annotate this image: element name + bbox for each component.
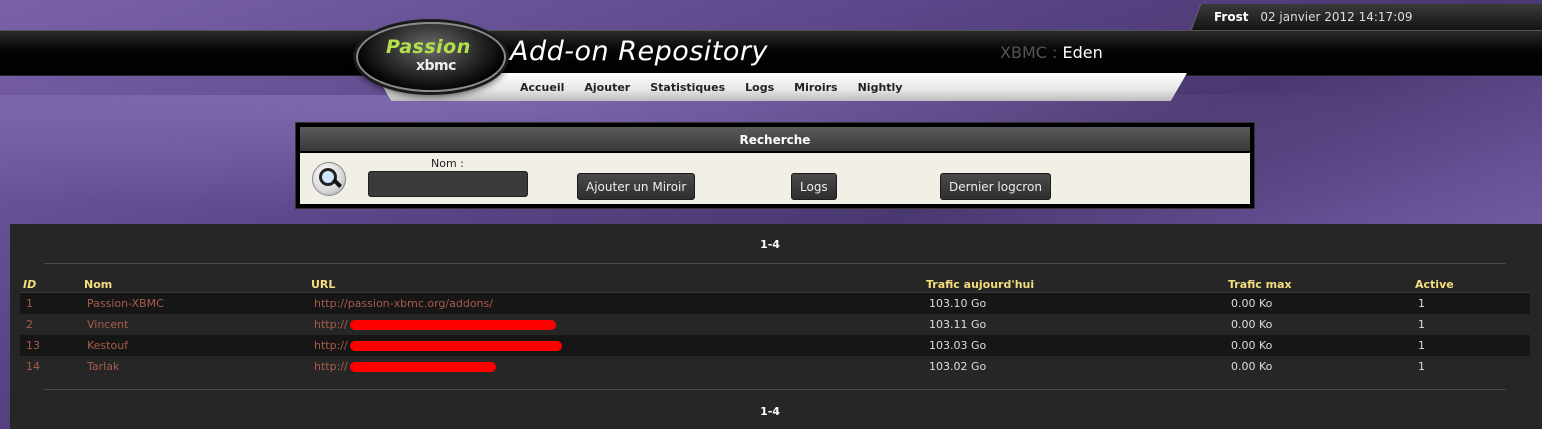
- col-traffic-max[interactable]: Trafic max: [1225, 276, 1412, 293]
- search-body: Nom : Ajouter un Miroir Logs Dernier log…: [300, 153, 1250, 204]
- username[interactable]: Frost: [1214, 10, 1248, 24]
- passion-xbmc-logo[interactable]: Passion xbmc: [356, 22, 506, 92]
- pager-top[interactable]: 1-4: [10, 238, 1530, 251]
- col-url[interactable]: URL: [308, 276, 923, 293]
- row-max: 0.00 Ko: [1225, 356, 1412, 377]
- row-id: 13: [20, 335, 81, 356]
- logo-text-passion: Passion: [386, 36, 471, 58]
- col-name[interactable]: Nom: [81, 276, 308, 293]
- search-icon[interactable]: [312, 162, 346, 196]
- results-panel: 1-4 ID Nom URL Trafic aujourd'hui Trafic…: [10, 224, 1542, 429]
- main-nav: Accueil Ajouter Statistiques Logs Miroir…: [510, 81, 912, 97]
- nav-miroirs[interactable]: Miroirs: [784, 81, 847, 97]
- redaction-mark: [349, 362, 496, 372]
- divider-top: [44, 263, 1506, 264]
- name-label: Nom :: [431, 157, 464, 170]
- row-name[interactable]: Passion-XBMC: [81, 292, 308, 314]
- page-title: Add-on Repository: [510, 36, 768, 67]
- user-info: Frost 02 janvier 2012 14:17:09: [1214, 10, 1413, 26]
- table-row: 14 Tarlak http:// 103.02 Go 0.00 Ko 1: [20, 356, 1530, 377]
- add-mirror-button[interactable]: Ajouter un Miroir: [577, 173, 696, 200]
- version-name: Eden: [1062, 43, 1103, 62]
- row-active: 1: [1412, 314, 1530, 335]
- current-datetime: 02 janvier 2012 14:17:09: [1260, 10, 1413, 24]
- row-max: 0.00 Ko: [1225, 314, 1412, 335]
- row-active: 1: [1412, 335, 1530, 356]
- row-traffic: 103.11 Go: [923, 314, 1225, 335]
- row-url[interactable]: http://: [314, 360, 348, 373]
- table-row: 1 Passion-XBMC http://passion-xbmc.org/a…: [20, 292, 1530, 314]
- row-traffic: 103.10 Go: [923, 292, 1225, 314]
- row-id: 14: [20, 356, 81, 377]
- redaction-mark: [349, 341, 562, 351]
- row-max: 0.00 Ko: [1225, 335, 1412, 356]
- row-name[interactable]: Kestouf: [81, 335, 308, 356]
- logs-button[interactable]: Logs: [791, 173, 837, 200]
- xbmc-version: XBMC : Eden: [1000, 43, 1103, 62]
- divider-bottom: [44, 389, 1506, 390]
- row-active: 1: [1412, 292, 1530, 314]
- logo-text-xbmc: xbmc: [416, 58, 456, 74]
- mirrors-table: ID Nom URL Trafic aujourd'hui Trafic max…: [20, 276, 1530, 377]
- row-id: 1: [20, 292, 81, 314]
- row-url[interactable]: http://passion-xbmc.org/addons/: [308, 292, 923, 314]
- col-active[interactable]: Active: [1412, 276, 1530, 293]
- nav-nightly[interactable]: Nightly: [848, 81, 913, 97]
- name-search-input[interactable]: [368, 171, 528, 197]
- pager-bottom[interactable]: 1-4: [10, 405, 1530, 418]
- search-title: Recherche: [300, 127, 1250, 151]
- redaction-mark: [349, 320, 556, 330]
- row-url-cell[interactable]: http://: [308, 335, 923, 356]
- row-traffic: 103.02 Go: [923, 356, 1225, 377]
- row-traffic: 103.03 Go: [923, 335, 1225, 356]
- last-logcron-button[interactable]: Dernier logcron: [940, 173, 1051, 200]
- row-name[interactable]: Tarlak: [81, 356, 308, 377]
- nav-statistiques[interactable]: Statistiques: [640, 81, 735, 97]
- row-url[interactable]: http://: [314, 318, 348, 331]
- row-url-cell[interactable]: http://: [308, 356, 923, 377]
- table-row: 13 Kestouf http:// 103.03 Go 0.00 Ko 1: [20, 335, 1530, 356]
- col-id[interactable]: ID: [20, 276, 81, 293]
- search-panel: Recherche Nom : Ajouter un Miroir Logs D…: [295, 122, 1255, 209]
- row-name[interactable]: Vincent: [81, 314, 308, 335]
- nav-ajouter[interactable]: Ajouter: [574, 81, 640, 97]
- table-header-row: ID Nom URL Trafic aujourd'hui Trafic max…: [20, 276, 1530, 293]
- row-url-cell[interactable]: http://: [308, 314, 923, 335]
- header-bar: [0, 30, 1542, 76]
- row-max: 0.00 Ko: [1225, 292, 1412, 314]
- col-traffic-today[interactable]: Trafic aujourd'hui: [923, 276, 1225, 293]
- table-row: 2 Vincent http:// 103.11 Go 0.00 Ko 1: [20, 314, 1530, 335]
- nav-logs[interactable]: Logs: [735, 81, 784, 97]
- version-prefix: XBMC :: [1000, 43, 1058, 62]
- magnifier-handle-icon: [332, 178, 342, 188]
- row-id: 2: [20, 314, 81, 335]
- row-active: 1: [1412, 356, 1530, 377]
- row-url[interactable]: http://: [314, 339, 348, 352]
- nav-accueil[interactable]: Accueil: [510, 81, 574, 97]
